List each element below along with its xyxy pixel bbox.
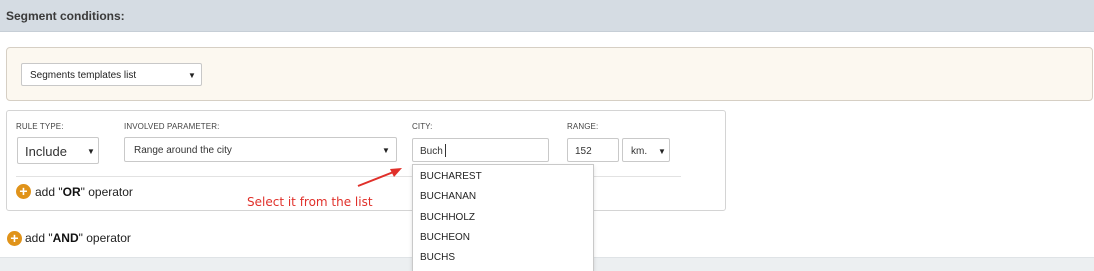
plus-circle-icon: + xyxy=(7,231,22,246)
caret-down-icon: ▼ xyxy=(382,146,390,155)
add-and-operator-label: add "AND" operator xyxy=(25,231,131,245)
caret-down-icon: ▼ xyxy=(658,147,666,156)
rule-type-label: RULE TYPE: xyxy=(16,122,64,131)
city-input[interactable]: Buch xyxy=(412,138,549,162)
add-and-operator-button[interactable]: + add "AND" operator xyxy=(7,230,147,248)
involved-parameter-value: Range around the city xyxy=(134,145,232,156)
caret-down-icon: ▼ xyxy=(87,147,95,156)
text-cursor xyxy=(445,144,446,157)
add-or-operator-button[interactable]: + add "OR" operator xyxy=(16,183,156,201)
templates-select-value: Segments templates list xyxy=(30,70,137,81)
segments-templates-select[interactable]: Segments templates list ▼ xyxy=(21,63,202,86)
city-suggestion[interactable]: BUCHHOLZ xyxy=(413,206,593,226)
range-input[interactable]: 152 xyxy=(567,138,619,162)
range-unit-value: km. xyxy=(631,146,648,157)
city-suggestion[interactable]: BUCHS xyxy=(413,246,593,266)
red-arrow-icon xyxy=(357,168,402,187)
city-suggestion[interactable]: BUCHANAN xyxy=(413,185,593,205)
add-or-operator-label: add "OR" operator xyxy=(35,185,133,199)
section-header: Segment conditions: xyxy=(0,0,1094,32)
city-label: CITY: xyxy=(412,122,433,131)
rule-type-select[interactable]: Include ▼ xyxy=(17,137,99,164)
range-value: 152 xyxy=(575,146,592,157)
range-unit-select[interactable]: km. ▼ xyxy=(622,138,670,162)
involved-parameter-label: INVOLVED PARAMETER: xyxy=(124,122,220,131)
city-suggestion[interactable]: BUCHAREST xyxy=(413,165,593,185)
city-suggestion[interactable]: BUCHEON xyxy=(413,226,593,246)
annotation-text: Select it from the list xyxy=(247,195,373,209)
section-title: Segment conditions: xyxy=(6,9,125,23)
templates-panel: Segments templates list ▼ xyxy=(6,47,1093,101)
range-label: RANGE: xyxy=(567,122,599,131)
city-suggestions-dropdown: BUCHAREST BUCHANAN BUCHHOLZ BUCHEON BUCH… xyxy=(412,164,594,271)
caret-down-icon: ▼ xyxy=(188,71,196,80)
rule-type-value: Include xyxy=(25,144,67,159)
involved-parameter-select[interactable]: Range around the city ▼ xyxy=(124,137,397,162)
city-input-value: Buch xyxy=(420,146,443,157)
plus-circle-icon: + xyxy=(16,184,31,199)
